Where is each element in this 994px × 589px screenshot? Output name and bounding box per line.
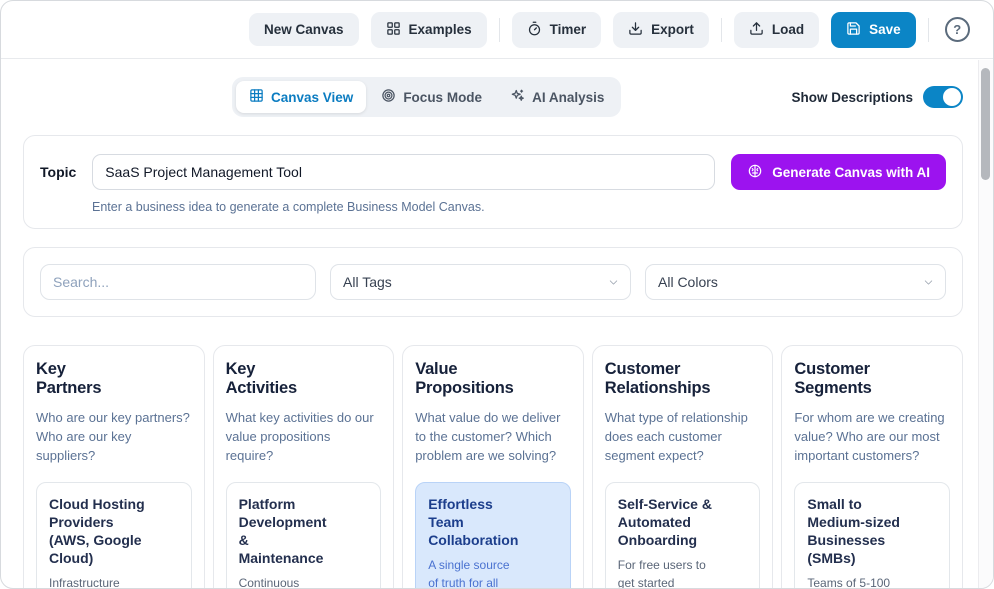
chevron-down-icon [607,276,620,289]
timer-label: Timer [550,22,587,37]
card-body: Continuous improvement of features, [239,575,369,589]
card-title: Small to Medium-sized Businesses (SMBs) [807,495,937,568]
save-icon [846,21,861,39]
tags-filter-value: All Tags [343,274,392,290]
chevron-down-icon [922,276,935,289]
column-customer-relationships: Customer Relationships What type of rela… [592,345,774,589]
column-description: For whom are we creating value? Who are … [794,408,950,466]
canvas-card-highlighted[interactable]: Effortless Team Collaboration A single s… [415,482,571,589]
download-icon [628,21,643,39]
column-title: Key Activities [226,360,382,399]
card-title: Platform Development & Maintenance [239,495,369,568]
card-body: A single source of truth for all project… [428,557,558,589]
topic-label: Topic [40,164,76,180]
tab-ai-analysis-label: AI Analysis [532,90,604,105]
canvas-card[interactable]: Cloud Hosting Providers (AWS, Google Clo… [36,482,192,589]
show-descriptions-label: Show Descriptions [791,90,913,105]
show-descriptions-toggle[interactable] [923,86,963,108]
column-customer-segments: Customer Segments For whom are we creati… [781,345,963,589]
card-body: Teams of 5-100 people needing [807,575,937,589]
canvas-grid: Key Partners Who are our key partners? W… [23,345,963,589]
column-title: Key Partners [36,360,192,399]
tab-focus-mode[interactable]: Focus Mode [368,81,495,113]
save-button[interactable]: Save [831,12,916,48]
canvas-card[interactable]: Self-Service & Automated Onboarding For … [605,482,761,589]
toolbar-divider [721,18,722,42]
filter-panel: All Tags All Colors [23,247,963,317]
topic-helper-text: Enter a business idea to generate a comp… [92,200,946,214]
toolbar-divider [499,18,500,42]
column-title: Customer Relationships [605,360,761,399]
card-body: Infrastructure for hosting the applicati… [49,575,179,589]
toggle-knob [943,88,961,106]
new-canvas-button[interactable]: New Canvas [249,13,359,46]
vertical-scrollbar [978,60,993,588]
new-canvas-label: New Canvas [264,22,344,37]
column-value-propositions: Value Propositions What value do we deli… [402,345,584,589]
examples-label: Examples [409,22,472,37]
help-icon[interactable]: ? [945,17,970,42]
help-glyph: ? [953,22,961,37]
export-label: Export [651,22,694,37]
tab-focus-mode-label: Focus Mode [403,90,482,105]
view-tabs-row: Canvas View Focus Mode AI Analysis Show … [23,77,963,117]
save-label: Save [869,22,901,37]
colors-filter-value: All Colors [658,274,718,290]
timer-icon [527,21,542,39]
toolbar: New Canvas Examples Timer Export Load Sa… [1,1,993,59]
load-button[interactable]: Load [734,12,819,48]
generate-canvas-label: Generate Canvas with AI [772,165,930,180]
tab-canvas-view[interactable]: Canvas View [236,81,366,113]
topic-row: Topic Generate Canvas with AI [40,154,946,190]
column-title: Value Propositions [415,360,571,399]
tags-filter-select[interactable]: All Tags [330,264,631,300]
show-descriptions-control: Show Descriptions [791,86,963,108]
brain-icon [747,163,763,182]
canvas-card[interactable]: Platform Development & Maintenance Conti… [226,482,382,589]
scrollbar-thumb[interactable] [981,68,990,180]
load-label: Load [772,22,804,37]
generate-canvas-button[interactable]: Generate Canvas with AI [731,154,946,190]
grid-icon [249,88,264,106]
column-key-partners: Key Partners Who are our key partners? W… [23,345,205,589]
view-tab-group: Canvas View Focus Mode AI Analysis [232,77,621,117]
examples-button[interactable]: Examples [371,12,487,48]
tab-ai-analysis[interactable]: AI Analysis [497,81,617,113]
export-button[interactable]: Export [613,12,709,48]
topic-panel: Topic Generate Canvas with AI Enter a bu… [23,135,963,229]
target-icon [381,88,396,106]
tab-canvas-view-label: Canvas View [271,90,353,105]
card-body: For free users to get started quickly wi… [618,557,748,589]
timer-button[interactable]: Timer [512,12,602,48]
column-title: Customer Segments [794,360,950,399]
column-description: What key activities do our value proposi… [226,408,382,466]
colors-filter-select[interactable]: All Colors [645,264,946,300]
card-title: Cloud Hosting Providers (AWS, Google Clo… [49,495,179,568]
column-key-activities: Key Activities What key activities do ou… [213,345,395,589]
column-description: What value do we deliver to the customer… [415,408,571,466]
column-description: Who are our key partners? Who are our ke… [36,408,192,466]
layout-grid-icon [386,21,401,39]
app-window: New Canvas Examples Timer Export Load Sa… [0,0,994,589]
sparkles-icon [510,88,525,106]
upload-icon [749,21,764,39]
topic-input[interactable] [92,154,715,190]
toolbar-divider [928,18,929,42]
card-title: Effortless Team Collaboration [428,495,558,550]
column-description: What type of relationship does each cust… [605,408,761,466]
canvas-card[interactable]: Small to Medium-sized Businesses (SMBs) … [794,482,950,589]
search-input[interactable] [40,264,316,300]
card-title: Self-Service & Automated Onboarding [618,495,748,550]
